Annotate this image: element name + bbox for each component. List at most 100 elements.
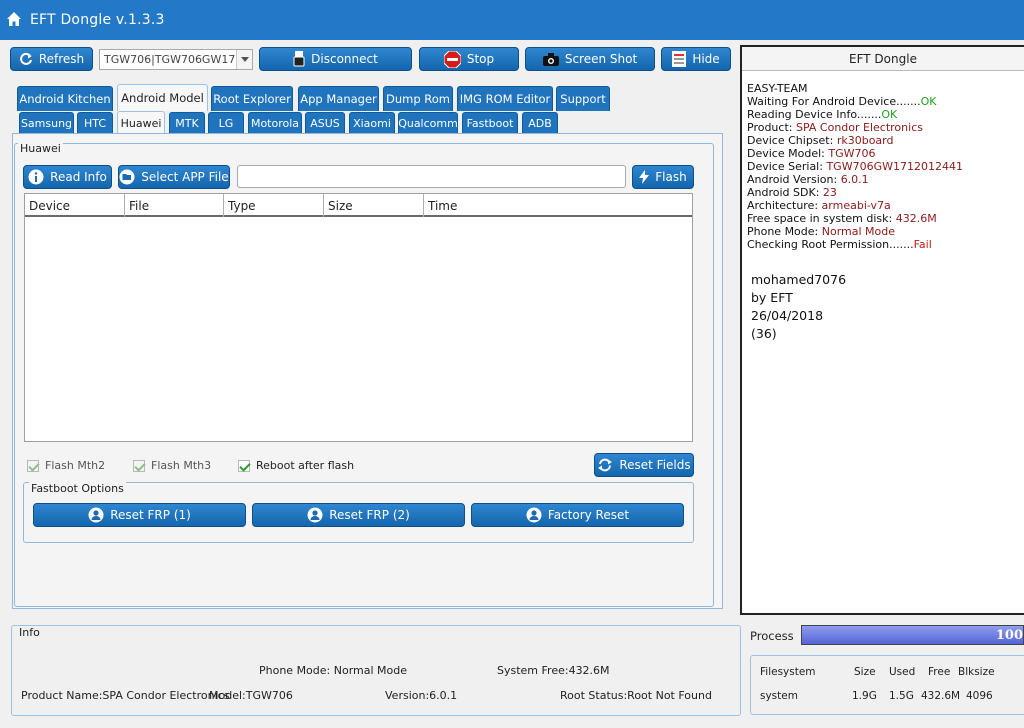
log-line: Device Serial: TGW706GW1712012441 xyxy=(747,160,963,173)
flash-mth2-label: Flash Mth2 xyxy=(45,459,106,472)
refresh-icon xyxy=(19,52,32,65)
info-icon xyxy=(28,169,44,185)
tab-app-manager[interactable]: App Manager xyxy=(298,86,379,111)
disconnect-button[interactable]: Disconnect xyxy=(259,47,412,71)
hide-button[interactable]: Hide xyxy=(661,47,731,71)
reset-frp-2-label: Reset FRP (2) xyxy=(329,508,410,522)
factory-reset-button[interactable]: Factory Reset xyxy=(471,503,684,527)
tab-huawei[interactable]: Huawei xyxy=(117,111,165,135)
usb-icon xyxy=(293,51,305,67)
log-footer-by: by EFT xyxy=(751,290,793,305)
info-group-label: Info xyxy=(19,626,40,639)
filesystem-table: Filesystem Size Used Free Blksize system… xyxy=(750,655,1024,715)
sync-icon xyxy=(598,458,613,472)
flash-mth3-label: Flash Mth3 xyxy=(151,459,212,472)
log-footer-user: mohamed7076 xyxy=(751,272,847,287)
factory-reset-label: Factory Reset xyxy=(547,508,630,522)
tab-qualcomm[interactable]: Qualcomm xyxy=(398,112,458,134)
fs-header-blksize: Blksize xyxy=(958,666,995,678)
app-file-path-input[interactable] xyxy=(237,165,626,188)
log-line: Device Chipset: rk30board xyxy=(747,134,894,147)
reboot-after-flash-checkbox[interactable]: Reboot after flash xyxy=(238,459,354,472)
flash-file-table[interactable]: Device File Type Size Time xyxy=(24,193,693,442)
log-line: Waiting For Android Device.......OK xyxy=(747,95,937,108)
title-bar: EFT Dongle v.1.3.3 xyxy=(0,0,1024,40)
device-select-value: TGW706|TGW706GW17 xyxy=(104,53,236,66)
tab-support[interactable]: Support xyxy=(556,86,610,111)
column-size[interactable]: Size xyxy=(324,194,424,217)
reset-frp-2-button[interactable]: Reset FRP (2) xyxy=(252,503,465,527)
column-type[interactable]: Type xyxy=(224,194,324,217)
model-text: Model:TGW706 xyxy=(209,689,293,702)
tab-asus[interactable]: ASUS xyxy=(305,112,345,134)
tab-android-kitchen[interactable]: Android Kitchen xyxy=(17,86,113,111)
user-icon xyxy=(526,507,542,523)
process-percent: 100 xyxy=(995,628,1023,643)
phone-mode-text: Phone Mode: Normal Mode xyxy=(259,664,408,677)
tab-lg[interactable]: LG xyxy=(208,112,244,134)
reset-frp-1-button[interactable]: Reset FRP (1) xyxy=(33,503,246,527)
tab-dump-rom[interactable]: Dump Rom xyxy=(383,86,453,111)
log-line: Architecture: armeabi-v7a xyxy=(747,199,891,212)
log-line: Android Version: 6.0.1 xyxy=(747,173,869,186)
read-info-button[interactable]: Read Info xyxy=(23,165,112,189)
log-footer-count: (36) xyxy=(751,326,777,341)
select-app-file-button[interactable]: Select APP File xyxy=(118,165,230,189)
folder-open-icon xyxy=(119,169,135,185)
screenshot-label: Screen Shot xyxy=(564,52,638,66)
column-file[interactable]: File xyxy=(125,194,224,217)
flash-button[interactable]: Flash xyxy=(632,165,694,189)
tab-samsung[interactable]: Samsung xyxy=(19,112,74,134)
process-progress-bar: 100 xyxy=(801,625,1024,645)
reboot-after-flash-label: Reboot after flash xyxy=(256,459,355,472)
log-line: EASY-TEAM xyxy=(747,82,808,95)
log-line: Checking Root Permission.......Fail xyxy=(747,238,932,251)
stop-sign-icon xyxy=(443,50,461,68)
fs-cell-used: 1.5G xyxy=(889,690,914,702)
flash-label: Flash xyxy=(655,170,687,184)
tab-android-model[interactable]: Android Model xyxy=(117,84,208,111)
fs-cell-size: 1.9G xyxy=(852,690,877,702)
info-group: Info Phone Mode: Normal Mode System Free… xyxy=(11,625,741,716)
hide-label: Hide xyxy=(692,52,720,66)
stop-button[interactable]: Stop xyxy=(419,47,519,71)
column-device[interactable]: Device xyxy=(25,194,125,217)
reset-frp-1-label: Reset FRP (1) xyxy=(110,508,191,522)
device-select[interactable]: TGW706|TGW706GW17 xyxy=(99,49,253,70)
log-line: Phone Mode: Normal Mode xyxy=(747,225,896,238)
log-footer-date: 26/04/2018 xyxy=(751,308,824,323)
fs-cell-name: system xyxy=(760,690,798,702)
select-app-file-label: Select APP File xyxy=(141,170,229,184)
log-panel[interactable]: EFT Dongle EASY-TEAM Waiting For Android… xyxy=(740,45,1024,615)
log-line: Free space in system disk: 432.6M xyxy=(747,212,937,225)
hide-window-icon xyxy=(672,51,687,67)
tab-fastboot[interactable]: Fastboot xyxy=(462,112,518,134)
huawei-group-label: Huawei xyxy=(18,142,63,155)
fs-header-filesystem: Filesystem xyxy=(760,666,816,678)
tab-xiaomi[interactable]: Xiaomi xyxy=(349,112,395,134)
tab-img-rom-editor[interactable]: IMG ROM Editor xyxy=(457,86,553,111)
chevron-down-icon[interactable] xyxy=(236,50,252,69)
tab-root-explorer[interactable]: Root Explorer xyxy=(211,86,293,111)
user-icon xyxy=(88,507,104,523)
column-time[interactable]: Time xyxy=(424,194,692,217)
tab-htc[interactable]: HTC xyxy=(77,112,113,134)
tab-mtk[interactable]: MTK xyxy=(169,112,205,134)
fs-header-free: Free xyxy=(928,666,951,678)
reset-fields-button[interactable]: Reset Fields xyxy=(594,453,694,477)
flash-mth3-checkbox[interactable]: Flash Mth3 xyxy=(133,459,211,472)
root-status-text: Root Status:Root Not Found xyxy=(560,689,712,702)
system-free-text: System Free:432.6M xyxy=(497,664,610,677)
log-line: Reading Device Info.......OK xyxy=(747,108,898,121)
home-icon xyxy=(7,12,21,26)
product-name-text: Product Name:SPA Condor Electronics xyxy=(21,689,230,702)
user-icon xyxy=(307,507,323,523)
process-label: Process xyxy=(750,629,794,643)
screenshot-button[interactable]: Screen Shot xyxy=(525,47,655,71)
log-panel-title: EFT Dongle xyxy=(742,47,1024,71)
refresh-button[interactable]: Refresh xyxy=(10,47,93,71)
fs-header-size: Size xyxy=(854,666,876,678)
flash-mth2-checkbox[interactable]: Flash Mth2 xyxy=(27,459,105,472)
tab-motorola[interactable]: Motorola xyxy=(248,112,302,134)
tab-adb[interactable]: ADB xyxy=(522,112,558,134)
